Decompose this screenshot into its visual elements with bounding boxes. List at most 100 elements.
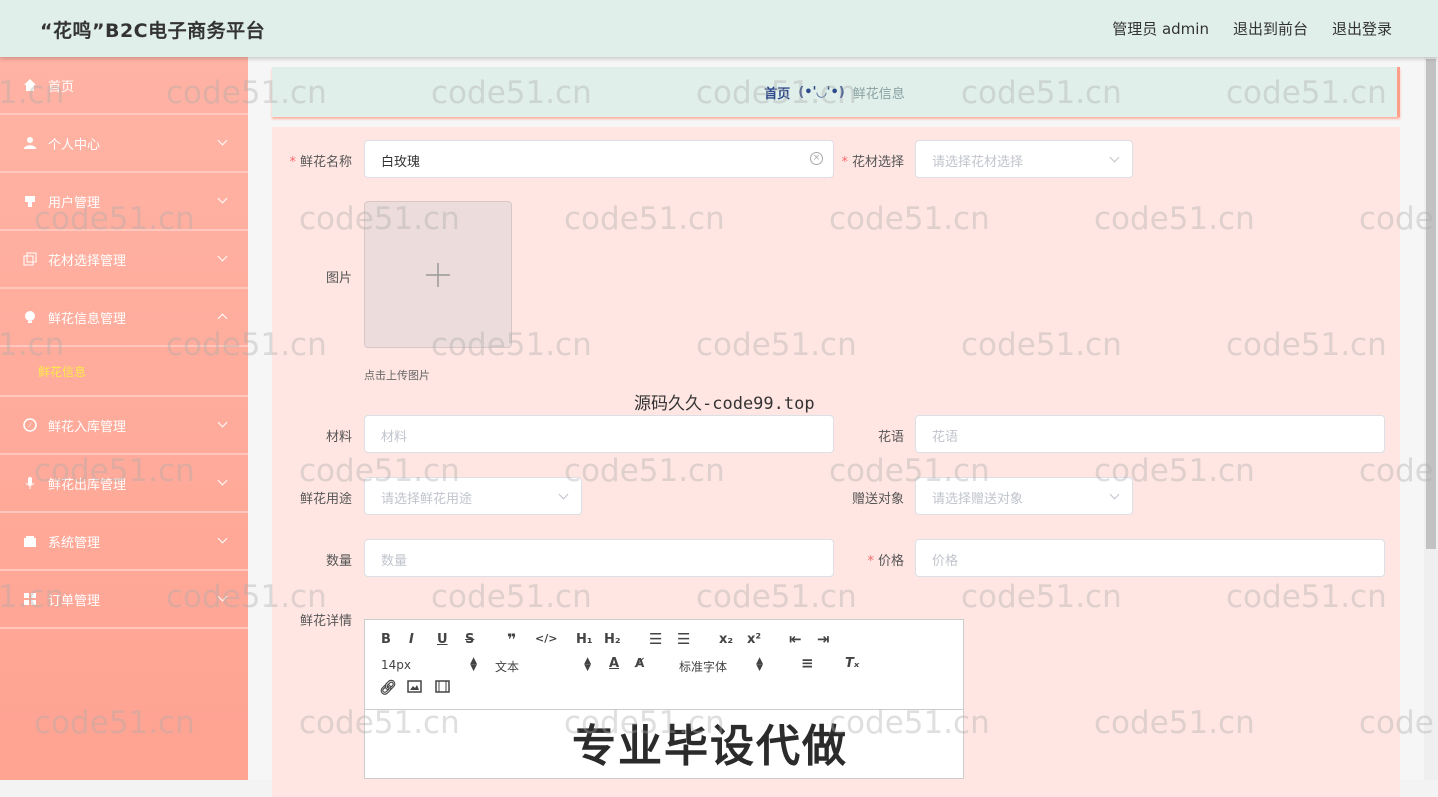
quote-icon[interactable]: ❞	[507, 630, 516, 649]
recipient-select[interactable]: 请选择赠送对象	[915, 477, 1133, 515]
video-icon[interactable]	[435, 680, 450, 697]
image-icon[interactable]	[407, 680, 422, 697]
quantity-label: 数量	[325, 554, 352, 569]
background-color-icon[interactable]: A̸	[635, 656, 644, 670]
flower-language-input[interactable]: 花语	[915, 415, 1385, 453]
outdent-icon[interactable]: ⇤	[789, 630, 802, 648]
details-label: 鲜花详情	[299, 614, 352, 629]
sidebar-item-orders[interactable]: 订单管理	[0, 571, 248, 629]
price-label: * 价格	[867, 554, 904, 569]
bullet-list-icon[interactable]: ☰	[677, 630, 690, 648]
source-banner: 源码久久-code99.top	[634, 394, 815, 414]
code-icon[interactable]: </>	[535, 632, 557, 645]
chevron-down-icon	[217, 251, 228, 262]
home-icon	[22, 77, 38, 93]
breadcrumb-home[interactable]: 首页	[764, 83, 790, 102]
font-family-select[interactable]: 标准字体 ▲ ▼	[679, 657, 763, 675]
copy-icon	[22, 251, 38, 267]
sidebar: 首页 个人中心 用户管理 花材选择管理 鲜花信息管理 鲜花信息 鲜花入库管理 鲜…	[0, 57, 248, 780]
italic-button[interactable]: I	[409, 632, 414, 647]
name-label: * 鲜花名称	[289, 155, 352, 170]
chevron-down-icon	[217, 417, 228, 428]
plus-icon	[426, 262, 450, 287]
underline-button[interactable]: U	[437, 632, 448, 647]
sidebar-item-system[interactable]: 系统管理	[0, 513, 248, 571]
wallet-icon	[22, 533, 38, 549]
users-icon	[22, 193, 38, 209]
material-select-label: * 花材选择	[841, 155, 904, 170]
ordered-list-icon[interactable]: ☰	[649, 630, 662, 648]
sidebar-item-profile[interactable]: 个人中心	[0, 115, 248, 173]
chevron-down-icon	[1109, 489, 1120, 500]
superscript-button[interactable]: x²	[747, 632, 761, 647]
scrollbar[interactable]	[1424, 57, 1438, 780]
grid-icon	[22, 591, 38, 607]
text-type-select[interactable]: 文本 ▲ ▼	[495, 657, 591, 675]
top-bar: “花鸣”B2C电子商务平台 管理员 admin 退出到前台 退出登录	[0, 0, 1438, 57]
flower-language-label: 花语	[877, 430, 904, 445]
logout-link[interactable]: 退出登录	[1332, 18, 1392, 39]
promo-banner: 专业毕设代做	[572, 721, 848, 772]
usage-label: 鲜花用途	[299, 492, 352, 507]
bold-button[interactable]: B	[381, 632, 391, 647]
link-icon[interactable]: 🔗︎	[379, 680, 397, 696]
strike-button[interactable]: S	[465, 632, 474, 647]
mic-icon	[22, 475, 38, 491]
chevron-down-icon	[217, 591, 228, 602]
sidebar-item-stock-in[interactable]: 鲜花入库管理	[0, 397, 248, 455]
price-input[interactable]: 价格	[915, 539, 1385, 577]
h1-button[interactable]: H₁	[576, 632, 593, 647]
indent-icon[interactable]: ⇥	[817, 630, 830, 648]
image-label: 图片	[325, 271, 352, 286]
chevron-down-icon	[217, 475, 228, 486]
sidebar-item-home[interactable]: 首页	[0, 57, 248, 115]
chevron-up-icon	[217, 313, 228, 324]
sidebar-item-label: 鲜花信息管理	[48, 311, 127, 327]
usage-select[interactable]: 请选择鲜花用途	[364, 477, 582, 515]
sidebar-item-stock-out[interactable]: 鲜花出库管理	[0, 455, 248, 513]
h2-button[interactable]: H₂	[604, 632, 621, 647]
quantity-input[interactable]: 数量	[364, 539, 834, 577]
admin-label: 管理员 admin	[1112, 20, 1209, 38]
scrollbar-thumb[interactable]	[1426, 59, 1436, 549]
chevron-down-icon	[217, 193, 228, 204]
chevron-down-icon	[217, 135, 228, 146]
materials-label: 材料	[325, 430, 352, 445]
chevron-down-icon	[558, 489, 569, 500]
sidebar-item-label: 系统管理	[48, 535, 101, 551]
font-size-select[interactable]: 14px ▲ ▼	[381, 657, 477, 673]
chevron-down-icon	[217, 533, 228, 544]
sidebar-subitem-flower-info[interactable]: 鲜花信息	[0, 347, 248, 397]
sidebar-item-label: 首页	[48, 79, 75, 95]
clear-icon[interactable]: ×	[810, 152, 823, 165]
sidebar-item-label: 用户管理	[48, 195, 101, 211]
breadcrumb-separator: (•'◡'•)	[798, 84, 845, 100]
chevron-down-icon	[1109, 152, 1120, 163]
image-upload[interactable]	[364, 201, 512, 348]
bulb-icon	[22, 309, 38, 325]
breadcrumb: 首页 (•'◡'•) 鲜花信息	[272, 67, 1400, 117]
sidebar-item-material[interactable]: 花材选择管理	[0, 231, 248, 289]
main-content: 首页 (•'◡'•) 鲜花信息 * 鲜花名称 白玫瑰 × * 花材选择 请选择花材选…	[248, 57, 1438, 797]
font-color-icon[interactable]: A	[609, 656, 619, 671]
sidebar-item-label: 订单管理	[48, 593, 101, 609]
sidebar-item-users[interactable]: 用户管理	[0, 173, 248, 231]
upload-hint: 点击上传图片	[364, 369, 430, 382]
align-icon[interactable]: ≡	[801, 654, 814, 672]
subscript-button[interactable]: x₂	[719, 632, 733, 647]
compass-icon	[22, 417, 38, 433]
flower-form: * 鲜花名称 白玫瑰 × * 花材选择 请选择花材选择 图片 点击上传图片 源码久久…	[272, 127, 1400, 797]
sidebar-item-label: 花材选择管理	[48, 253, 127, 269]
sidebar-item-label: 鲜花入库管理	[48, 419, 127, 435]
name-input[interactable]: 白玫瑰 ×	[364, 140, 834, 178]
sidebar-item-label: 鲜花出库管理	[48, 477, 127, 493]
app-title: “花鸣”B2C电子商务平台	[40, 20, 266, 42]
clear-format-icon[interactable]: Tₓ	[845, 656, 859, 671]
sidebar-item-flower-info[interactable]: 鲜花信息管理	[0, 289, 248, 347]
to-front-link[interactable]: 退出到前台	[1233, 18, 1308, 39]
sidebar-item-label: 个人中心	[48, 137, 101, 153]
materials-input[interactable]: 材料	[364, 415, 834, 453]
editor-toolbar: B I U S ❞ </> H₁ H₂ ☰ ☰ x₂ x² ⇤ ⇥ 14px ▲ ▼…	[365, 620, 963, 710]
breadcrumb-current: 鲜花信息	[852, 86, 905, 102]
material-select[interactable]: 请选择花材选择	[915, 140, 1133, 178]
